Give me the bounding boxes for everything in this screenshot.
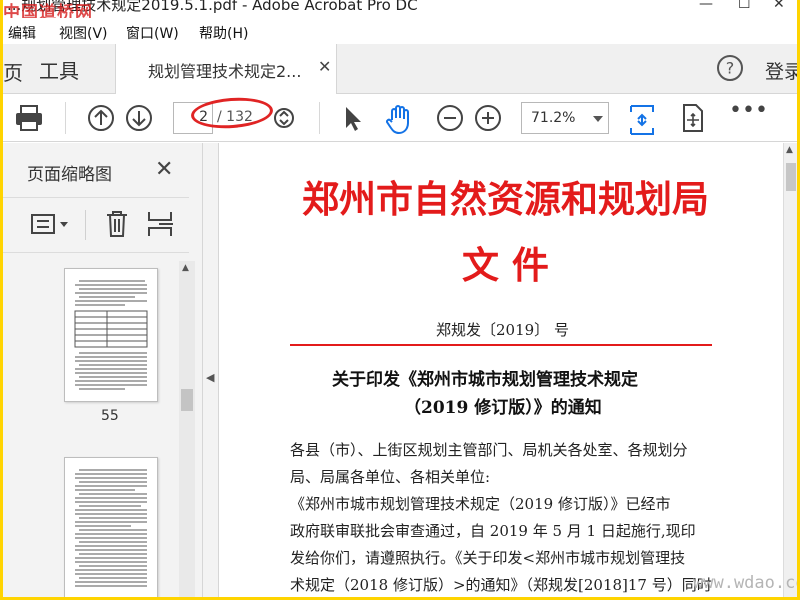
scroll-up-icon[interactable]: ▲: [182, 263, 189, 273]
tab-tools[interactable]: 工具: [39, 55, 79, 84]
select-arrow-icon[interactable]: [339, 102, 365, 134]
document-view: 郑州市自然资源和规划局 文 件 郑规发〔2019〕 号 关于印发《郑州市城市规划…: [220, 143, 797, 597]
zoom-out-icon[interactable]: [435, 102, 465, 134]
thumbnail-scroll-thumb[interactable]: [181, 389, 193, 411]
more-options-icon[interactable]: •••: [729, 98, 768, 123]
panel-toolbar: [3, 197, 189, 253]
toolbar: 2 / 132 71.2% •••: [3, 94, 797, 142]
thumbnail-options-icon[interactable]: [29, 210, 73, 240]
svg-text:?: ?: [726, 59, 735, 78]
thumbnail-page-number: 55: [101, 408, 119, 424]
thumbnail-list: 55: [3, 254, 179, 597]
panel-title: 页面缩略图: [27, 165, 112, 185]
menu-help[interactable]: 帮助(H): [199, 23, 248, 43]
minimize-icon[interactable]: —: [699, 0, 713, 12]
thumbnail-scrollbar[interactable]: ▲: [179, 261, 195, 597]
close-tab-icon[interactable]: ✕: [318, 57, 331, 76]
tab-document-label: 规划管理技术规定2...: [148, 62, 302, 81]
tab-bar: 页 工具 规划管理技术规定2... ✕ ? 登录: [3, 44, 797, 95]
scroll-zoom-icon[interactable]: [269, 102, 299, 134]
zoom-level-value: 71.2%: [531, 110, 576, 126]
print-icon[interactable]: [13, 102, 45, 134]
previous-page-icon[interactable]: [85, 102, 117, 134]
hand-tool-icon[interactable]: [383, 102, 417, 136]
menu-window[interactable]: 窗口(W): [126, 23, 179, 43]
fit-page-icon[interactable]: [627, 102, 657, 138]
page-thumbnail[interactable]: [64, 268, 158, 402]
agency-name-heading: 郑州市自然资源和规划局: [302, 177, 709, 221]
next-page-icon[interactable]: [123, 102, 155, 134]
document-scroll-thumb[interactable]: [786, 163, 796, 191]
body-line: 各县（市）、上街区规划主管部门、局机关各处室、各规划分: [290, 441, 688, 459]
delete-page-icon[interactable]: [103, 208, 131, 240]
title-bar: ...规划管理技术规定2019.5.1.pdf - Adobe Acrobat …: [3, 0, 797, 18]
body-line: 术规定（2018 修订版）>的通知》（郑规发[2018]17 号）同时: [290, 576, 712, 594]
menu-bar: 编辑 视图(V) 窗口(W) 帮助(H): [3, 20, 797, 44]
maximize-icon[interactable]: ☐: [738, 0, 751, 12]
close-window-icon[interactable]: ✕: [773, 0, 785, 12]
help-icon[interactable]: ?: [716, 54, 744, 82]
close-panel-icon[interactable]: ✕: [155, 157, 173, 182]
thumbnail-content: [74, 280, 148, 390]
collapse-arrow-icon[interactable]: ◀: [206, 371, 214, 384]
page-thumbnail[interactable]: [64, 457, 158, 597]
zoom-level-select[interactable]: 71.2%: [521, 102, 609, 134]
toolbar-separator: [319, 102, 320, 134]
zoom-in-icon[interactable]: [473, 102, 503, 134]
menu-edit[interactable]: 编辑: [8, 23, 36, 43]
toolbar-separator: [65, 102, 66, 134]
chevron-down-icon: [593, 116, 603, 122]
rotate-view-icon[interactable]: [679, 102, 707, 134]
document-heading: 文 件: [462, 243, 549, 287]
panel-collapse-handle[interactable]: ◀: [203, 143, 219, 597]
thumbnails-panel: 页面缩略图 ✕ 55 ▲: [3, 143, 203, 597]
insert-page-icon[interactable]: [145, 208, 175, 240]
body-line: 《郑州市城市规划管理技术规定（2019 修订版）》已经市: [290, 495, 671, 513]
watermark-logo: 中国道桥网: [3, 3, 93, 18]
document-number: 郑规发〔2019〕 号: [436, 321, 569, 339]
body-line: 发给你们，请遵照执行。《关于印发<郑州市城市规划管理技: [290, 549, 686, 567]
login-link[interactable]: 登录: [765, 57, 797, 84]
red-divider: [290, 344, 712, 346]
notice-title-line1: 关于印发《郑州市城市规划管理技术规定: [332, 370, 638, 390]
thumbnail-content: [75, 469, 147, 587]
notice-title-line2: （2019 修订版）》的通知: [404, 398, 602, 418]
tab-document[interactable]: 规划管理技术规定2... ✕: [115, 44, 337, 95]
scroll-up-icon[interactable]: ▲: [786, 145, 793, 155]
menu-view[interactable]: 视图(V): [59, 23, 108, 43]
site-watermark: www.wdao.com: [693, 573, 797, 593]
acrobat-window: ...规划管理技术规定2019.5.1.pdf - Adobe Acrobat …: [3, 0, 797, 597]
panel-separator: [85, 210, 86, 240]
body-line: 局、局属各单位、各相关单位:: [290, 468, 491, 486]
tab-home[interactable]: 页: [3, 57, 23, 86]
document-scrollbar[interactable]: ▲: [783, 143, 797, 597]
body-line: 政府联审联批会审查通过，自 2019 年 5 月 1 日起施行,现印: [290, 522, 696, 540]
